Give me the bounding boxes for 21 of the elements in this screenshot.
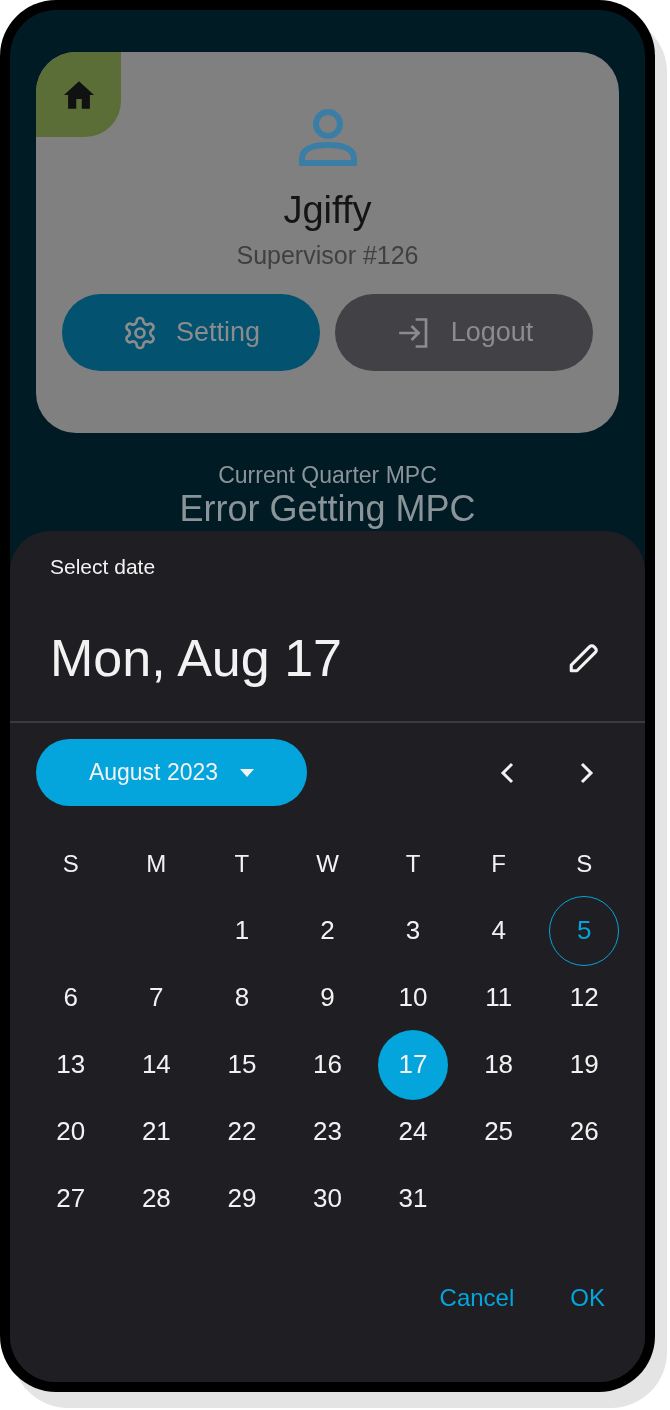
mpc-value: Error Getting MPC	[179, 489, 476, 529]
previous-month-icon[interactable]	[500, 761, 514, 784]
weekday-label: F	[491, 848, 506, 879]
weekday-label: T	[405, 848, 421, 879]
pencil-icon[interactable]	[567, 641, 601, 675]
weekday-label: W	[316, 848, 339, 879]
ok-button[interactable]: OK	[570, 1280, 605, 1316]
next-month-icon[interactable]	[580, 761, 594, 784]
weekday-label: T	[234, 848, 250, 879]
cancel-button[interactable]: Cancel	[439, 1280, 515, 1316]
weekday-label: S	[62, 848, 79, 879]
user-role: Supervisor #126	[236, 240, 419, 271]
weekday-label: S	[576, 848, 593, 879]
weekday-label: M	[146, 848, 167, 879]
home-tab[interactable]	[36, 52, 121, 137]
user-name: Jgiffy	[283, 188, 372, 233]
mpc-label: Current Quarter MPC	[217, 461, 438, 489]
selected-date: Mon, Aug 17	[50, 628, 342, 689]
user-icon	[297, 108, 358, 166]
dropdown-caret-icon	[240, 768, 255, 777]
picker-title: Select date	[50, 554, 157, 580]
